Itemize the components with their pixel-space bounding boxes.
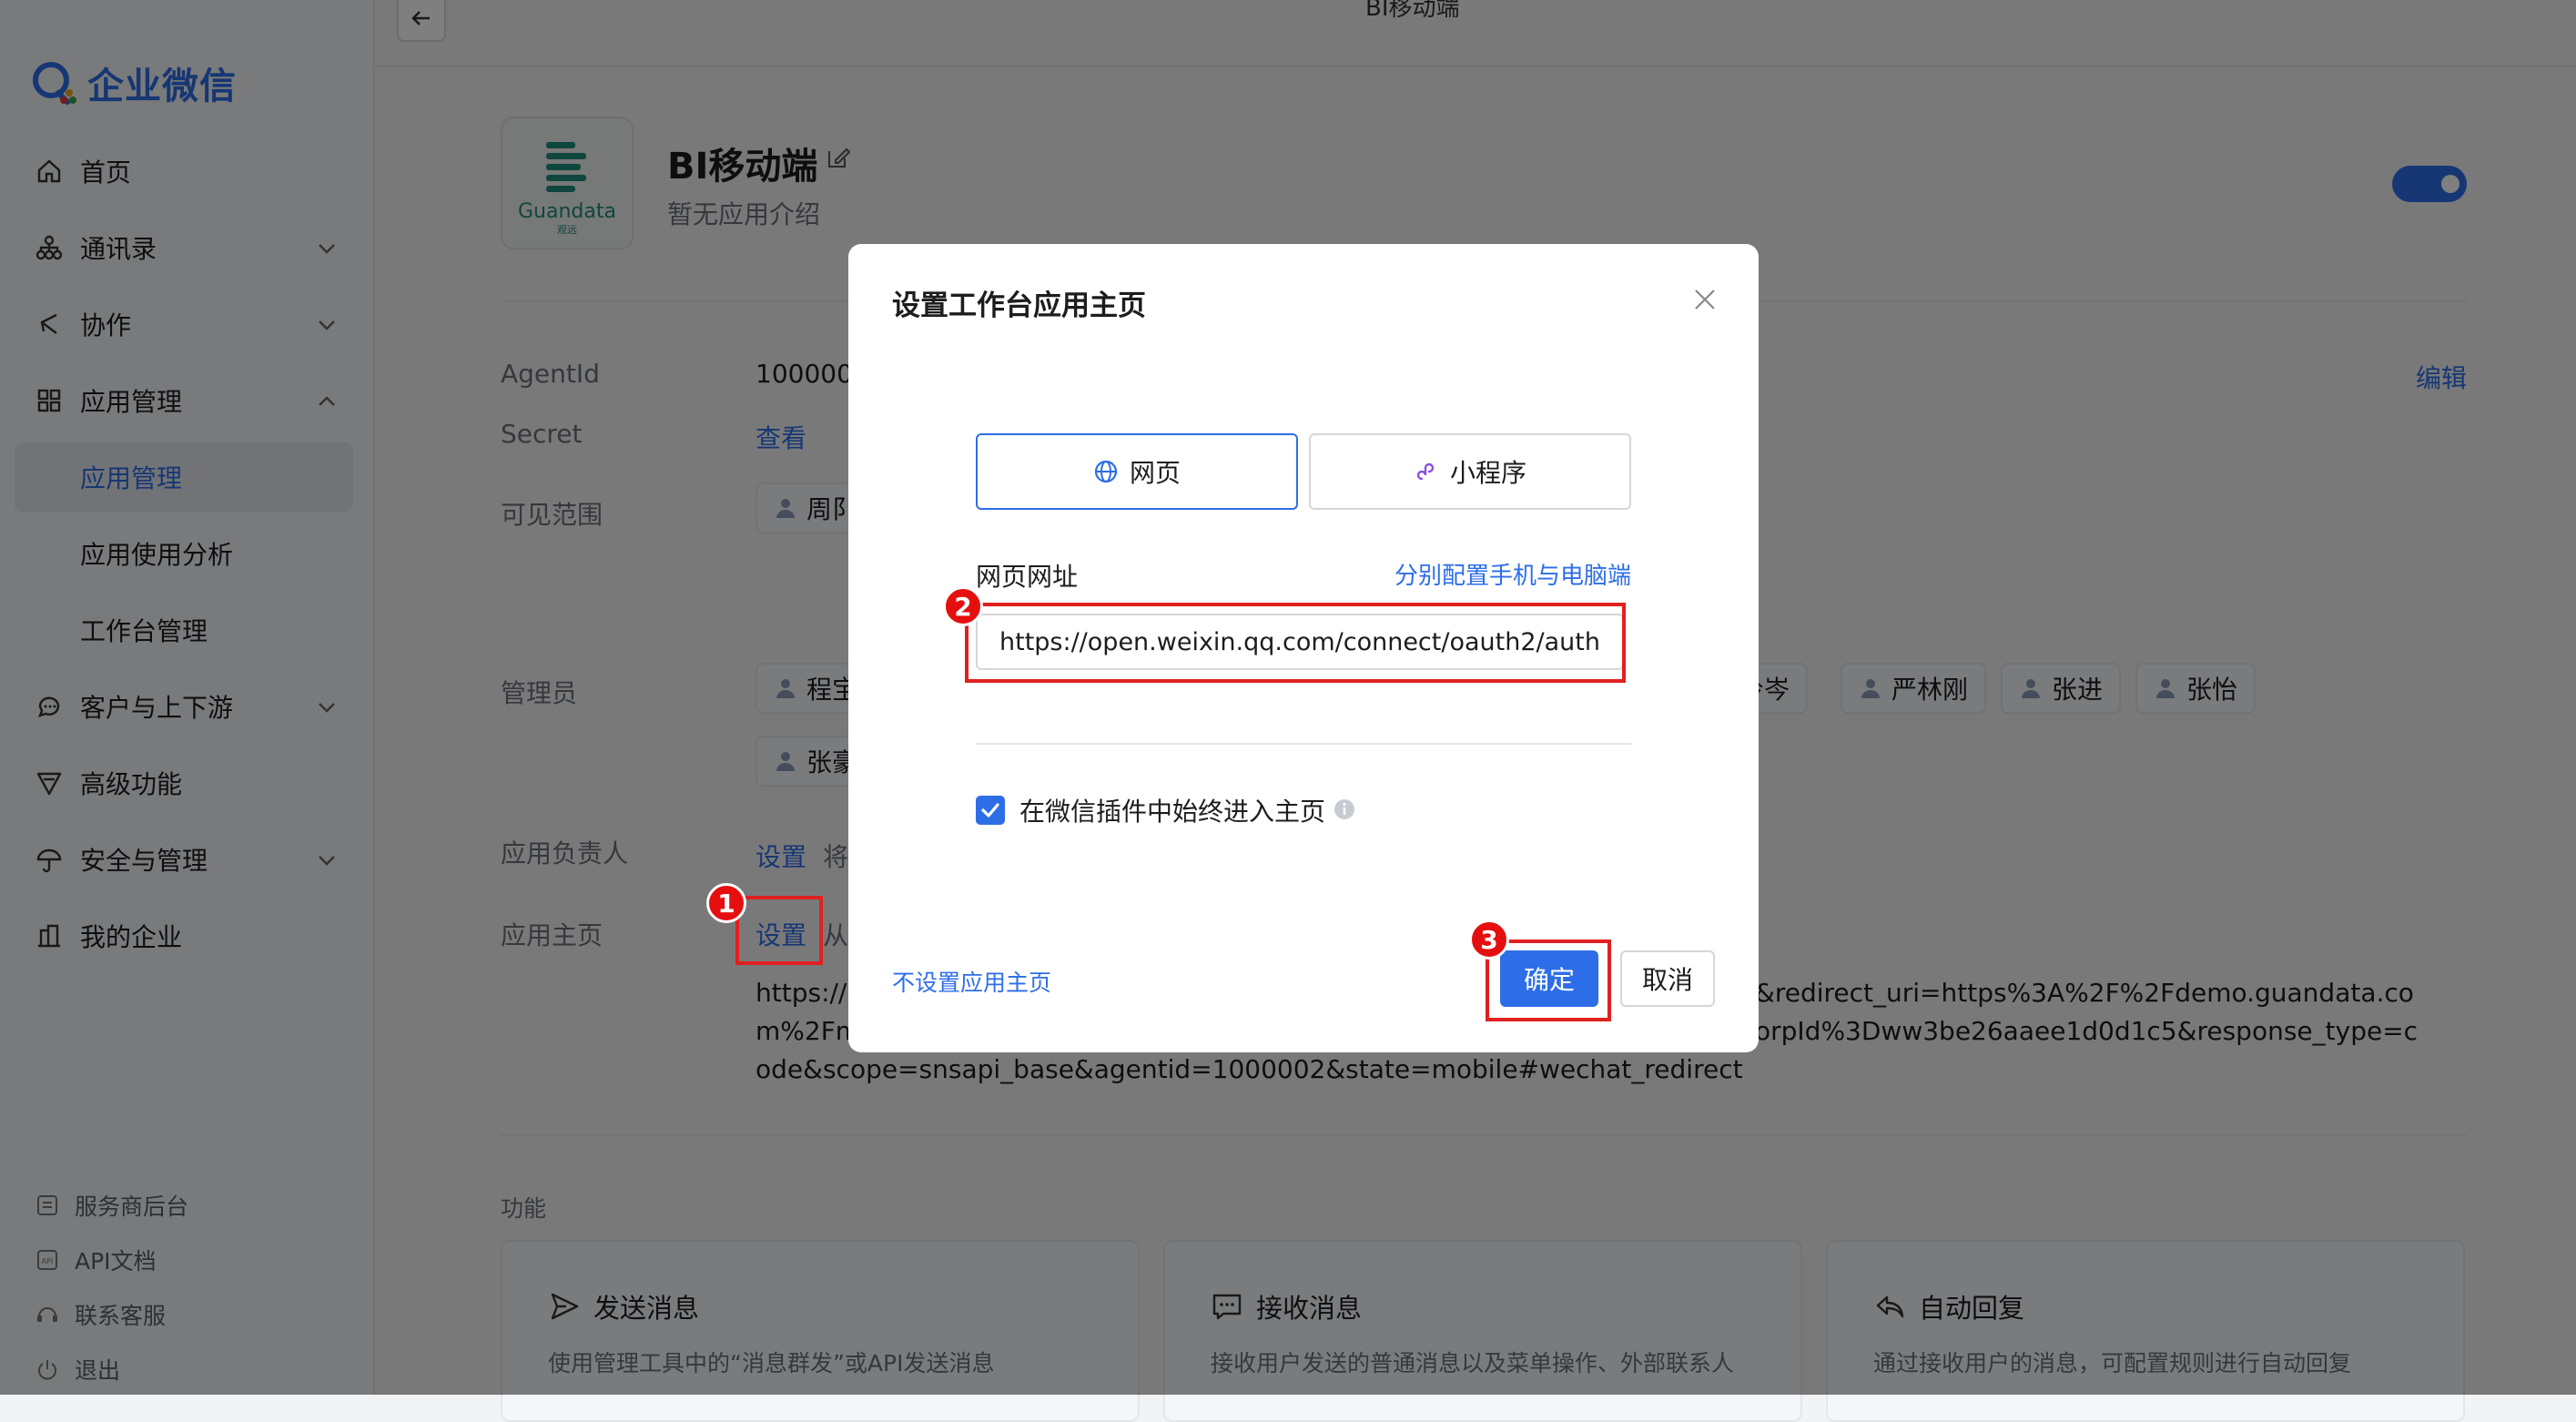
separate-config-link[interactable]: 分别配置手机与电脑端 bbox=[1394, 557, 1631, 591]
tab-label: 小程序 bbox=[1449, 458, 1526, 488]
cancel-button[interactable]: 取消 bbox=[1620, 950, 1715, 1007]
check-icon bbox=[981, 803, 999, 818]
annotation-badge-3: 3 bbox=[1469, 919, 1509, 960]
url-field-label: 网页网址 bbox=[976, 562, 1079, 592]
checkbox-label: 在微信插件中始终进入主页 bbox=[1019, 797, 1326, 827]
annotation-box-1 bbox=[735, 896, 823, 965]
no-homepage-link[interactable]: 不设置应用主页 bbox=[892, 965, 1051, 998]
divider bbox=[976, 743, 1631, 745]
dialog-title: 设置工作台应用主页 bbox=[892, 289, 1146, 322]
always-home-checkbox[interactable] bbox=[976, 796, 1005, 825]
annotation-badge-1: 1 bbox=[706, 883, 746, 923]
globe-icon bbox=[1094, 460, 1118, 483]
close-icon[interactable] bbox=[1691, 286, 1719, 313]
annotation-box-2 bbox=[965, 603, 1626, 683]
tab-label: 网页 bbox=[1129, 458, 1181, 488]
tab-miniprogram[interactable]: 小程序 bbox=[1309, 433, 1631, 510]
miniprogram-icon bbox=[1416, 462, 1435, 481]
info-icon[interactable] bbox=[1333, 797, 1356, 821]
tab-webpage[interactable]: 网页 bbox=[976, 433, 1298, 510]
annotation-badge-2: 2 bbox=[943, 586, 983, 626]
